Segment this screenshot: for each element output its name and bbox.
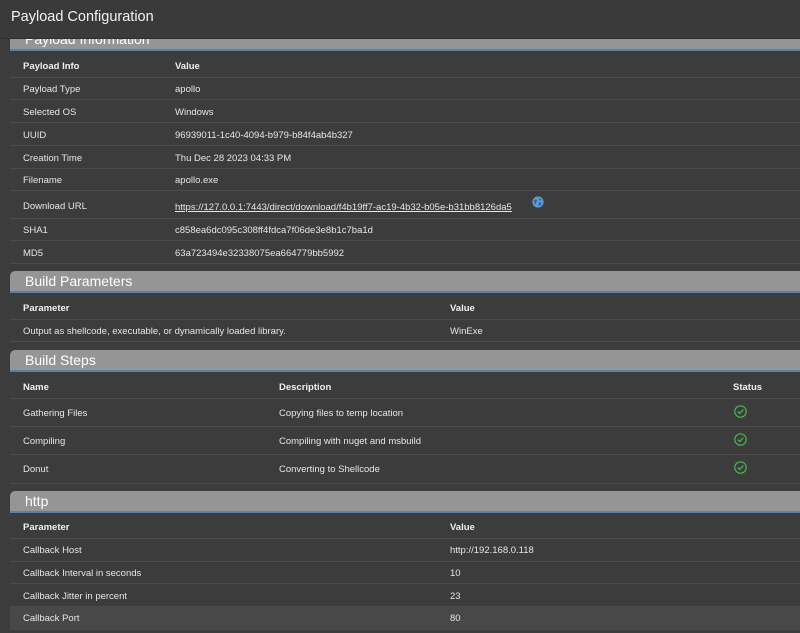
- row-label: Filename: [23, 175, 63, 186]
- table-row: Download URL https://127.0.0.1:7443/dire…: [10, 191, 800, 219]
- step-name: Donut: [23, 464, 49, 475]
- row-label: UUID: [23, 130, 47, 141]
- check-circle-icon: [734, 405, 747, 418]
- row-value: apollo: [175, 84, 201, 95]
- row-label: Callback Host: [23, 545, 82, 556]
- step-description: Copying files to temp location: [279, 408, 404, 419]
- download-url-link[interactable]: https://127.0.0.1:7443/direct/download/f…: [175, 202, 512, 213]
- row-value: Thu Dec 28 2023 04:33 PM: [175, 153, 292, 164]
- table-row: Selected OS Windows: [10, 100, 800, 123]
- row-value: 96939011-1c40-4094-b979-b84f4ab4b327: [175, 130, 353, 141]
- step-description: Compiling with nuget and msbuild: [279, 436, 422, 447]
- table-row: Filename apollo.exe: [10, 169, 800, 191]
- table-row: Payload Type apollo: [10, 78, 800, 100]
- section-title: Payload Information: [25, 39, 150, 47]
- row-label: Payload Type: [23, 84, 81, 95]
- table-row: Gathering Files Copying files to temp lo…: [10, 399, 800, 427]
- row-label: Callback Jitter in percent: [23, 591, 128, 602]
- table-row: Callback Port 80: [10, 607, 800, 630]
- check-circle-icon: [734, 461, 747, 474]
- table-row: MD5 63a723494e32338075ea664779bb5992: [10, 241, 800, 264]
- table-row: Creation Time Thu Dec 28 2023 04:33 PM: [10, 146, 800, 169]
- row-value: 23: [450, 591, 461, 602]
- row-label: Callback Interval in seconds: [23, 568, 142, 579]
- table-row: Compiling Compiling with nuget and msbui…: [10, 427, 800, 455]
- row-value: 10: [450, 568, 461, 579]
- table-row: Callback Jitter in percent 23: [10, 584, 800, 607]
- row-value: Windows: [175, 107, 214, 118]
- section-title: Build Parameters: [25, 273, 133, 289]
- column-header-value: Value: [450, 303, 475, 314]
- row-value: 80: [450, 613, 461, 624]
- row-label: Creation Time: [23, 153, 83, 164]
- table-header-row: Parameter Value: [10, 295, 800, 320]
- window-title: Payload Configuration: [11, 9, 154, 25]
- table-header-row: Payload Info Value: [10, 54, 800, 78]
- section-title: http: [25, 493, 49, 509]
- table-row: Output as shellcode, executable, or dyna…: [10, 320, 800, 342]
- row-value: http://192.168.0.118: [450, 545, 534, 556]
- column-header-parameter: Parameter: [23, 303, 70, 314]
- step-description: Converting to Shellcode: [279, 464, 380, 475]
- step-name: Compiling: [23, 436, 66, 447]
- table-header-row: Parameter Value: [10, 515, 800, 539]
- row-value: apollo.exe: [175, 175, 219, 186]
- title-bar: Payload Configuration: [0, 0, 800, 39]
- table-row: Donut Converting to Shellcode: [10, 455, 800, 484]
- column-header-value: Value: [450, 522, 475, 533]
- row-value: c858ea6dc095c308ff4fdca7f06de3e8b1c7ba1d: [175, 225, 373, 236]
- row-label: Callback Port: [23, 613, 80, 624]
- row-label: MD5: [23, 248, 44, 259]
- column-header-payload-info: Payload Info: [23, 61, 80, 72]
- table-row: SHA1 c858ea6dc095c308ff4fdca7f06de3e8b1c…: [10, 219, 800, 241]
- row-label: Selected OS: [23, 107, 77, 118]
- column-header-name: Name: [23, 382, 49, 393]
- table-row: UUID 96939011-1c40-4094-b979-b84f4ab4b32…: [10, 123, 800, 146]
- table-row: Callback Host http://192.168.0.118: [10, 539, 800, 562]
- section-header-build-steps[interactable]: Build Steps: [10, 350, 800, 372]
- column-header-status: Status: [733, 382, 763, 393]
- column-header-value: Value: [175, 61, 200, 72]
- section-title: Build Steps: [25, 352, 96, 368]
- row-label: Output as shellcode, executable, or dyna…: [23, 326, 286, 337]
- column-header-parameter: Parameter: [23, 522, 70, 533]
- section-header-payload-information[interactable]: Payload Information: [10, 39, 800, 51]
- row-value: 63a723494e32338075ea664779bb5992: [175, 248, 345, 259]
- row-label: Download URL: [23, 201, 87, 212]
- row-label: SHA1: [23, 225, 48, 236]
- section-header-build-parameters[interactable]: Build Parameters: [10, 271, 800, 293]
- check-circle-icon: [734, 433, 747, 446]
- globe-icon[interactable]: [532, 196, 544, 208]
- row-value: WinExe: [450, 326, 483, 337]
- table-header-row: Name Description Status: [10, 374, 800, 399]
- column-header-description: Description: [279, 382, 332, 393]
- step-name: Gathering Files: [23, 408, 88, 419]
- section-header-http[interactable]: http: [10, 491, 800, 513]
- content-area[interactable]: Payload Information Payload Info Value P…: [0, 39, 800, 633]
- table-row: Callback Interval in seconds 10: [10, 562, 800, 584]
